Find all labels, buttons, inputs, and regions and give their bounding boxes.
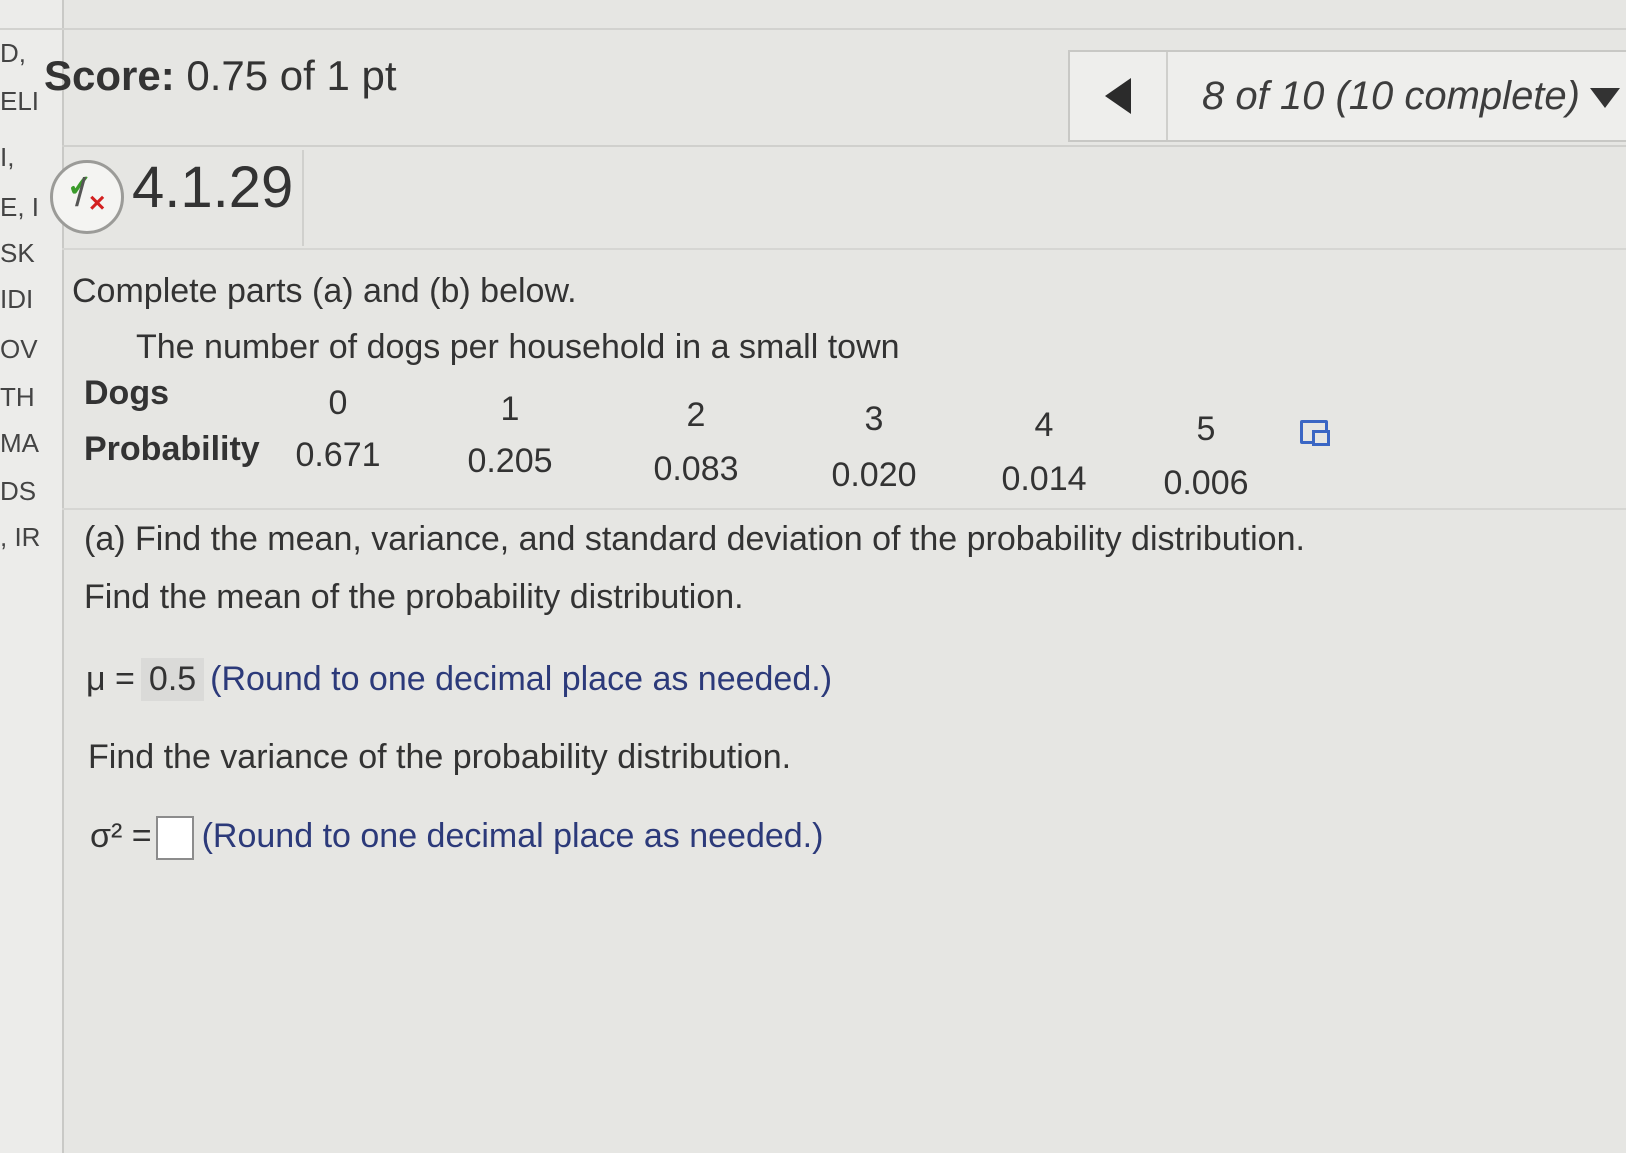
dogs-cell: 3: [864, 400, 884, 438]
variance-answer-input[interactable]: [155, 816, 194, 860]
probability-cell: 0.083: [653, 450, 739, 488]
mu-symbol: μ =: [86, 660, 135, 698]
table-title: The number of dogs per household in a sm…: [136, 328, 900, 366]
sidebar-fragment: TH: [0, 382, 35, 412]
question-number: 4.1.29: [132, 155, 294, 220]
mean-answer-field[interactable]: 0.5: [140, 658, 205, 701]
variance-answer-row: σ² = (Round to one decimal place as neede…: [90, 816, 823, 860]
dogs-row-label: Dogs: [84, 374, 169, 412]
chevron-down-icon: [1590, 87, 1620, 108]
divider: [62, 145, 1626, 147]
sidebar-fragment: ELI: [0, 86, 40, 116]
partial-credit-icon: ✓ / ×: [50, 160, 124, 234]
dogs-cell: 4: [1034, 406, 1054, 444]
divider: [62, 508, 1626, 510]
score-value: 0.75 of 1 pt: [186, 52, 397, 99]
sidebar-fragment: SK: [0, 238, 35, 268]
sidebar-fragment: , IR: [0, 522, 41, 552]
sidebar-fragment: E, I: [0, 192, 40, 222]
probability-row-label: Probability: [84, 430, 260, 468]
chevron-left-icon: [1105, 78, 1131, 114]
mean-answer-row: μ = 0.5 (Round to one decimal place as nee…: [86, 658, 832, 701]
score-display: Score: 0.75 of 1 pt: [44, 52, 397, 100]
sigma-squared-symbol: σ² =: [90, 816, 152, 855]
mean-prompt: Find the mean of the probability distrib…: [84, 578, 744, 616]
variance-hint: (Round to one decimal place as needed.): [201, 816, 824, 855]
probability-cell: 0.014: [1001, 460, 1087, 498]
previous-question-button[interactable]: [1070, 52, 1168, 140]
part-a-prompt: (a) Find the mean, variance, and standar…: [84, 520, 1305, 558]
dogs-cell: 2: [686, 396, 706, 434]
probability-cell: 0.205: [467, 442, 553, 480]
probability-cell: 0.006: [1163, 464, 1249, 502]
question-intro: Complete parts (a) and (b) below.: [72, 272, 577, 310]
progress-text: 8 of 10 (10 complete): [1202, 73, 1580, 118]
sidebar-fragment: IDI: [0, 284, 34, 314]
mean-hint: (Round to one decimal place as needed.): [210, 660, 833, 698]
variance-prompt: Find the variance of the probability dis…: [88, 738, 792, 776]
dogs-cell: 0: [328, 384, 348, 422]
divider: [62, 248, 1626, 250]
dogs-cell: 1: [500, 390, 520, 428]
sidebar-fragment: DS: [0, 476, 37, 506]
sidebar-fragment: I,: [0, 142, 15, 172]
question-navigator: 8 of 10 (10 complete): [1068, 50, 1626, 142]
probability-cell: 0.671: [295, 436, 381, 474]
popout-icon[interactable]: [1300, 420, 1330, 446]
question-id-box: ✓ / × 4.1.29: [40, 150, 304, 246]
question-selector[interactable]: 8 of 10 (10 complete): [1202, 74, 1620, 119]
score-label: Score:: [44, 52, 175, 99]
probability-cell: 0.020: [831, 456, 917, 494]
sidebar-fragment: OV: [0, 334, 38, 364]
sidebar-fragment: D,: [0, 38, 26, 68]
sidebar-fragment: MA: [0, 428, 39, 458]
top-divider: [0, 28, 1626, 30]
dogs-cell: 5: [1196, 410, 1216, 448]
